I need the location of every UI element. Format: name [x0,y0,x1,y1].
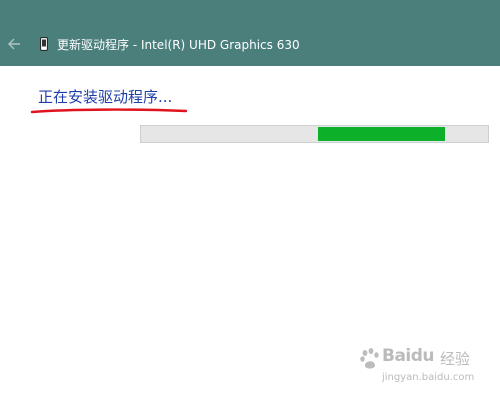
paw-logo-icon [360,348,379,369]
install-progress-bar [140,125,489,143]
progress-bar-fill [318,127,445,141]
installing-status-heading: 正在安装驱动程序... [38,88,173,106]
watermark-url: jingyan.baidu.com [382,372,475,383]
title-bar: 更新驱动程序 - Intel(R) UHD Graphics 630 [0,0,500,66]
device-icon [40,37,48,51]
back-arrow-icon[interactable] [7,36,21,52]
watermark-brand: Baidu [382,346,435,366]
red-underline-annotation [30,108,188,114]
window-title: 更新驱动程序 - Intel(R) UHD Graphics 630 [57,38,300,52]
watermark-product: 经验 [440,350,471,368]
baidu-jingyan-watermark: Baidu 经验 jingyan.baidu.com [360,342,492,390]
